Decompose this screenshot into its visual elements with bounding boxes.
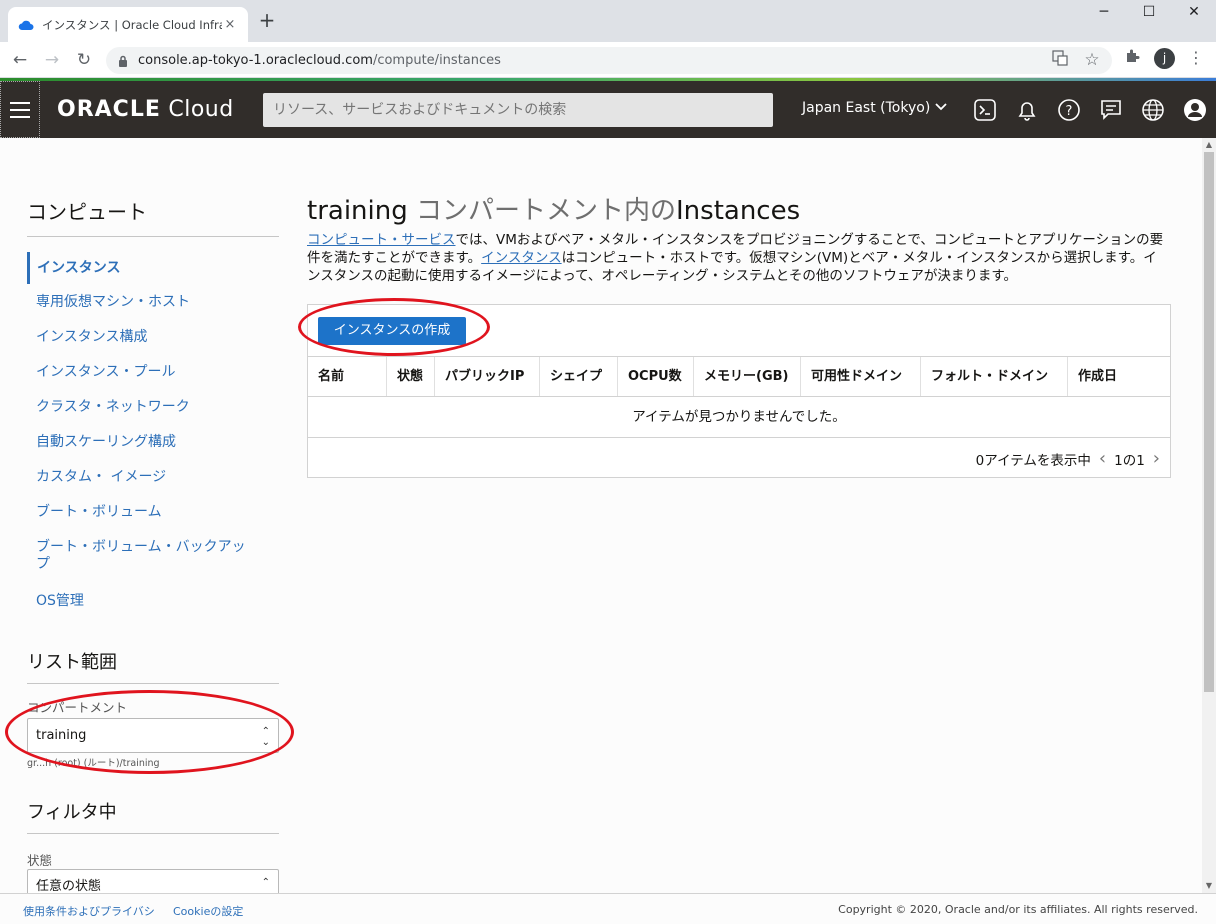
sidebar-item-os-management[interactable]: OS管理 [27, 593, 279, 610]
sidebar-item-boot-volume-backups[interactable]: ブート・ボリューム・バックアップ [27, 539, 257, 573]
page-indicator: 1の1 [1114, 452, 1145, 469]
filter-title: フィルタ中 [27, 802, 117, 823]
search-input[interactable] [263, 93, 773, 127]
compartment-label: コンパートメント [27, 700, 128, 715]
sidebar: コンピュート インスタンス 専用仮想マシン・ホスト インスタンス構成 インスタン… [0, 138, 290, 904]
page-description: コンピュート・サービスでは、VMおよびベア・メタル・インスタンスをプロビジョニン… [307, 231, 1169, 285]
cookie-settings-link[interactable]: Cookieの設定 [173, 903, 243, 919]
window-close-button[interactable]: ✕ [1174, 4, 1214, 24]
compartment-path: gr...h (root) (ルート)/training [27, 758, 160, 769]
region-label: Japan East (Tokyo) [802, 100, 931, 116]
table-header: 名前 状態 パブリックIP シェイプ OCPU数 メモリー(GB) 可用性ドメイ… [308, 356, 1170, 397]
pagination: 0アイテムを表示中 ‹ 1の1 › [976, 448, 1160, 469]
empty-table-message: アイテムが見つかりませんでした。 [308, 397, 1170, 438]
column-header[interactable]: パブリックIP [435, 357, 540, 396]
sidebar-item-cluster-networks[interactable]: クラスタ・ネットワーク [27, 399, 279, 416]
list-scope-title: リスト範囲 [27, 652, 117, 673]
title-resource: Instances [676, 196, 801, 226]
lock-icon [118, 55, 128, 67]
logo-product: Cloud [168, 97, 234, 122]
sidebar-item-custom-images[interactable]: カスタム・ イメージ [27, 469, 279, 486]
page-scrollbar[interactable]: ▲ ▼ [1202, 138, 1216, 893]
minimize-button[interactable]: ─ [1084, 4, 1124, 24]
sidebar-item-boot-volumes[interactable]: ブート・ボリューム [27, 504, 279, 521]
logo-brand: ORACLE [57, 97, 161, 122]
bookmark-star-icon[interactable]: ☆ [1082, 50, 1102, 70]
instance-link[interactable]: インスタンス [481, 250, 561, 266]
create-instance-button[interactable]: インスタンスの作成 [318, 317, 466, 345]
tab-title: インスタンス | Oracle Cloud Infrastru [42, 17, 222, 32]
sidebar-item-instance-configs[interactable]: インスタンス構成 [27, 329, 279, 346]
scroll-thumb[interactable] [1204, 152, 1214, 692]
hamburger-menu-icon[interactable] [0, 81, 40, 138]
browser-menu-icon[interactable]: ⋮ [1186, 48, 1206, 68]
page-title: training コンパートメント内のInstances [307, 190, 800, 227]
console-header: ORACLE Cloud Japan East (Tokyo) ? [0, 81, 1216, 138]
chat-icon[interactable] [1099, 98, 1123, 122]
cloud-shell-icon[interactable] [973, 98, 997, 122]
bell-icon[interactable] [1015, 98, 1039, 122]
back-arrow-icon[interactable]: ← [8, 48, 32, 72]
column-header[interactable]: 作成日 [1068, 357, 1168, 396]
column-header[interactable]: シェイプ [540, 357, 618, 396]
sidebar-item-instance-pools[interactable]: インスタンス・プール [27, 364, 279, 381]
svg-text:?: ? [1066, 104, 1073, 119]
page-footer: 使用条件およびプライバシ Cookieの設定 Copyright © 2020,… [0, 893, 1216, 924]
state-value: 任意の状態 [36, 879, 102, 894]
divider [27, 683, 279, 684]
profile-avatar[interactable]: j [1154, 48, 1175, 69]
terms-link[interactable]: 使用条件およびプライバシ [23, 903, 155, 919]
sidebar-item-instances[interactable]: インスタンス [27, 252, 279, 284]
address-bar-row: ← → ↻ console.ap-tokyo-1.oraclecloud.com… [0, 42, 1216, 78]
column-header[interactable]: 名前 [308, 357, 387, 396]
compute-service-link[interactable]: コンピュート・サービス [307, 232, 456, 248]
extensions-puzzle-icon[interactable] [1122, 48, 1142, 68]
forward-arrow-icon[interactable]: → [40, 48, 64, 72]
help-icon[interactable]: ? [1057, 98, 1081, 122]
oracle-cloud-logo[interactable]: ORACLE Cloud [57, 97, 234, 122]
select-arrows-icon: ⌃⌄ [261, 726, 270, 748]
maximize-button[interactable]: ☐ [1129, 4, 1169, 24]
compartment-value: training [36, 728, 87, 743]
globe-icon[interactable] [1141, 98, 1165, 122]
compartment-select[interactable]: training ⌃ ⌄ [27, 718, 279, 753]
title-compartment: training [307, 196, 408, 226]
sidebar-item-dedicated-hosts[interactable]: 専用仮想マシン・ホスト [27, 294, 279, 311]
sidebar-item-autoscaling[interactable]: 自動スケーリング構成 [27, 434, 279, 451]
new-tab-button[interactable]: + [256, 10, 278, 32]
chevron-down-icon [934, 100, 948, 116]
oracle-cloud-favicon-icon [18, 17, 34, 33]
title-middle: コンパートメント内の [407, 196, 676, 226]
column-header[interactable]: OCPU数 [618, 357, 694, 396]
chevron-left-icon[interactable]: ‹ [1099, 448, 1106, 469]
translate-icon[interactable] [1050, 50, 1070, 70]
column-header[interactable]: メモリー(GB) [694, 357, 801, 396]
reload-icon[interactable]: ↻ [72, 48, 96, 72]
chevron-right-icon[interactable]: › [1153, 448, 1160, 469]
scroll-up-icon[interactable]: ▲ [1202, 138, 1216, 152]
state-label: 状態 [27, 853, 53, 868]
url-input[interactable]: console.ap-tokyo-1.oraclecloud.com/compu… [106, 47, 1112, 74]
column-header[interactable]: 可用性ドメイン [801, 357, 921, 396]
url-host: console.ap-tokyo-1.oraclecloud.com [138, 53, 373, 68]
column-header[interactable]: フォルト・ドメイン [921, 357, 1068, 396]
tab-close-icon[interactable]: × [222, 17, 238, 32]
browser-tab[interactable]: インスタンス | Oracle Cloud Infrastru × [8, 7, 248, 42]
divider [27, 833, 279, 834]
column-header[interactable]: 状態 [387, 357, 435, 396]
items-shown-count: 0アイテムを表示中 [975, 452, 1091, 469]
instances-table-panel: インスタンスの作成 名前 状態 パブリックIP シェイプ OCPU数 メモリー(… [307, 304, 1171, 478]
url-path: /compute/instances [372, 53, 501, 68]
divider [27, 236, 279, 237]
profile-icon[interactable] [1183, 98, 1207, 122]
sidebar-title: コンピュート [27, 200, 147, 224]
region-selector[interactable]: Japan East (Tokyo) [802, 100, 948, 116]
browser-tab-bar: インスタンス | Oracle Cloud Infrastru × + ─ ☐ … [0, 0, 1216, 42]
scroll-down-icon[interactable]: ▼ [1202, 879, 1216, 893]
copyright-text: Copyright © 2020, Oracle and/or its affi… [838, 903, 1198, 916]
